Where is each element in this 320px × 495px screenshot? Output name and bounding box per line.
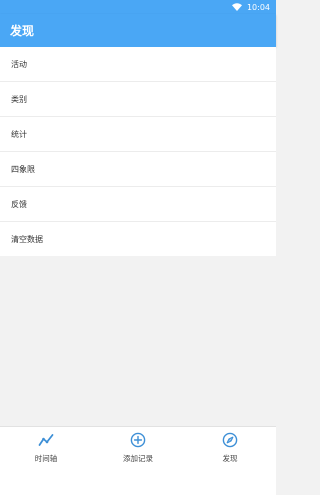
nav-timeline[interactable]: 时间轴	[0, 427, 92, 495]
menu-item-label: 反馈	[11, 199, 27, 209]
menu-item-quadrants[interactable]: 四象限	[0, 152, 276, 187]
nav-label: 添加记录	[123, 454, 153, 463]
discover-screen: 10:04 发现 活动 类别 统计 四象限 反馈 清空数据 时间轴 添加记录 发…	[0, 0, 276, 495]
plus-circle-icon	[130, 432, 146, 448]
bottom-nav: 时间轴 添加记录 发现	[0, 426, 276, 495]
menu-item-statistics[interactable]: 统计	[0, 117, 276, 152]
nav-label: 发现	[222, 454, 238, 463]
menu-item-clear-data[interactable]: 清空数据	[0, 222, 276, 256]
compass-icon	[222, 432, 238, 448]
menu-item-activities[interactable]: 活动	[0, 47, 276, 82]
nav-label: 时间轴	[34, 454, 58, 463]
trend-line-icon	[38, 434, 54, 446]
discover-menu: 活动 类别 统计 四象限 反馈 清空数据	[0, 47, 276, 256]
menu-item-categories[interactable]: 类别	[0, 82, 276, 117]
menu-item-label: 四象限	[11, 164, 35, 174]
nav-add-record[interactable]: 添加记录	[92, 427, 184, 495]
menu-item-feedback[interactable]: 反馈	[0, 187, 276, 222]
wifi-icon	[231, 3, 242, 11]
menu-item-label: 统计	[11, 129, 27, 139]
menu-item-label: 活动	[11, 59, 27, 69]
menu-item-label: 类别	[11, 94, 27, 104]
status-bar: 10:04	[0, 0, 276, 14]
app-bar: 发现	[0, 14, 276, 47]
nav-discover[interactable]: 发现	[184, 427, 276, 495]
menu-item-label: 清空数据	[11, 234, 43, 244]
status-time: 10:04	[246, 2, 270, 12]
page-title: 发现	[10, 24, 35, 38]
